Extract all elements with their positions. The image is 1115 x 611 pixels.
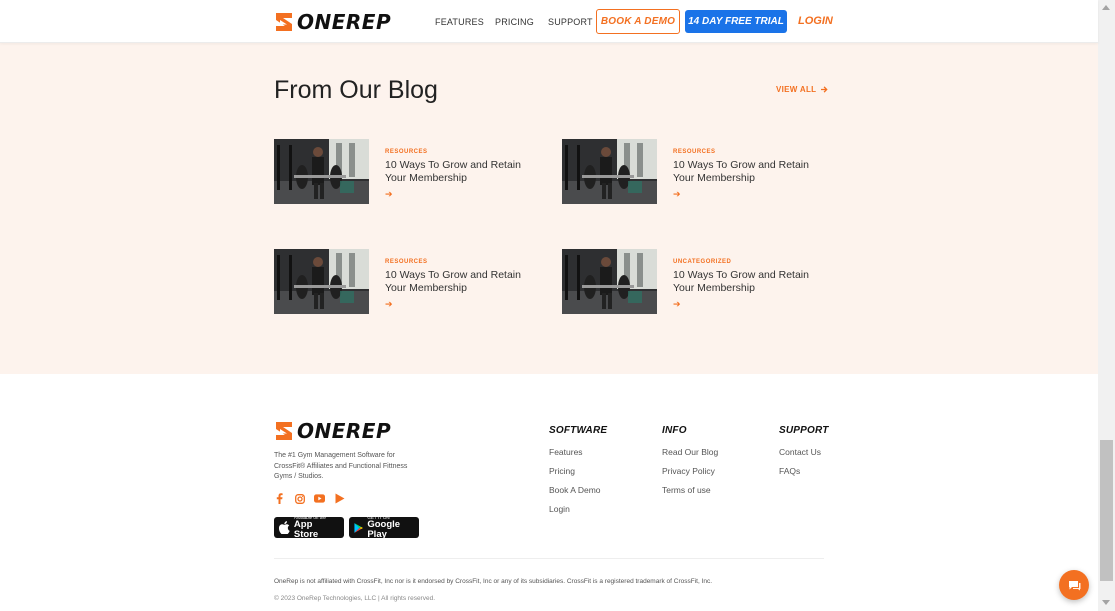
- post-title[interactable]: 10 Ways To Grow and Retain Your Membersh…: [673, 159, 823, 185]
- gym-photo-image: [274, 249, 369, 314]
- blog-post-thumbnail[interactable]: [562, 249, 657, 314]
- blog-post-thumbnail[interactable]: [274, 139, 369, 204]
- google-play-badge[interactable]: GET IT ON Google Play: [349, 515, 419, 540]
- app-store-badge[interactable]: Available on the App Store: [274, 515, 344, 540]
- book-demo-button[interactable]: BOOK A DEMO: [596, 9, 680, 34]
- post-category[interactable]: RESOURCES: [385, 149, 535, 155]
- free-trial-button[interactable]: 14 DAY FREE TRIAL: [685, 10, 787, 33]
- arrow-right-icon[interactable]: ➔: [385, 299, 535, 310]
- nav-pricing[interactable]: PRICING: [495, 17, 534, 27]
- view-all-link[interactable]: VIEW ALL: [776, 85, 828, 94]
- post-title[interactable]: 10 Ways To Grow and Retain Your Membersh…: [385, 159, 535, 185]
- footer-link-book-demo[interactable]: Book A Demo: [549, 485, 601, 495]
- footer-link-features[interactable]: Features: [549, 447, 583, 457]
- blog-post-card[interactable]: RESOURCES 10 Ways To Grow and Retain You…: [562, 139, 822, 205]
- google-play-icon: [354, 522, 364, 533]
- footer-link-terms[interactable]: Terms of use: [662, 485, 711, 495]
- app-store-big-text: App Store: [293, 519, 319, 540]
- footer-link-privacy[interactable]: Privacy Policy: [662, 466, 715, 476]
- play-icon[interactable]: [334, 493, 345, 504]
- post-category[interactable]: RESOURCES: [673, 149, 823, 155]
- footer-link-faqs[interactable]: FAQs: [779, 466, 800, 476]
- gym-photo-image: [562, 249, 657, 314]
- arrow-right-icon[interactable]: ➔: [673, 189, 823, 200]
- blog-title: From Our Blog: [274, 76, 438, 104]
- view-all-label: VIEW ALL: [776, 85, 817, 94]
- post-title[interactable]: 10 Ways To Grow and Retain Your Membersh…: [673, 269, 823, 295]
- onerep-logo-mark-icon: [276, 422, 292, 440]
- blog-post-card[interactable]: UNCATEGORIZED 10 Ways To Grow and Retain…: [562, 249, 822, 315]
- vertical-scrollbar[interactable]: [1098, 0, 1115, 611]
- blog-post-card[interactable]: RESOURCES 10 Ways To Grow and Retain You…: [274, 139, 534, 205]
- footer-link-login[interactable]: Login: [549, 504, 570, 514]
- scrollbar-thumb[interactable]: [1100, 440, 1113, 581]
- logo-wordmark: ONEREP: [297, 10, 392, 34]
- footer-divider: [274, 558, 824, 559]
- post-category[interactable]: UNCATEGORIZED: [673, 259, 823, 265]
- arrow-right-icon: [821, 86, 828, 93]
- footer-heading-software: SOFTWARE: [549, 425, 608, 436]
- arrow-right-icon[interactable]: ➔: [673, 299, 823, 310]
- login-link[interactable]: LOGIN: [798, 15, 833, 27]
- youtube-icon[interactable]: [314, 493, 325, 504]
- blog-section: From Our Blog VIEW ALL RESOURCES 10 Ways…: [0, 43, 1098, 374]
- social-links: [274, 493, 345, 504]
- onerep-logo-mark-icon: [276, 13, 292, 31]
- footer-link-blog[interactable]: Read Our Blog: [662, 447, 718, 457]
- gym-photo-image: [274, 139, 369, 204]
- footer-heading-support: SUPPORT: [779, 425, 829, 436]
- blog-post-thumbnail[interactable]: [274, 249, 369, 314]
- footer-tagline: The #1 Gym Management Software for Cross…: [274, 452, 408, 480]
- site-header: ONEREP FEATURES PRICING SUPPORT BOOK A D…: [0, 0, 1098, 43]
- scroll-down-arrow-icon[interactable]: [1102, 600, 1110, 605]
- post-title[interactable]: 10 Ways To Grow and Retain Your Membersh…: [385, 269, 535, 295]
- gym-photo-image: [562, 139, 657, 204]
- footer-link-pricing[interactable]: Pricing: [549, 466, 575, 476]
- footer-disclaimer: OneRep is not affiliated with CrossFit, …: [274, 578, 713, 585]
- nav-support[interactable]: SUPPORT: [548, 17, 593, 27]
- footer-link-contact[interactable]: Contact Us: [779, 447, 821, 457]
- onerep-logo[interactable]: ONEREP: [274, 10, 391, 34]
- site-footer: ONEREP The #1 Gym Management Software fo…: [0, 374, 1098, 611]
- chat-bubble-icon: [1068, 580, 1080, 590]
- instagram-icon[interactable]: [294, 493, 305, 504]
- facebook-icon[interactable]: [274, 493, 285, 504]
- nav-features[interactable]: FEATURES: [435, 17, 484, 27]
- blog-post-card[interactable]: RESOURCES 10 Ways To Grow and Retain You…: [274, 249, 534, 315]
- scroll-up-arrow-icon[interactable]: [1102, 5, 1110, 10]
- footer-copyright: © 2023 OneRep Technologies, LLC | All ri…: [274, 595, 436, 602]
- footer-onerep-logo[interactable]: ONEREP: [274, 419, 391, 443]
- google-play-big-text: Google Play: [367, 519, 401, 540]
- blog-post-thumbnail[interactable]: [562, 139, 657, 204]
- logo-wordmark: ONEREP: [297, 419, 392, 443]
- post-category[interactable]: RESOURCES: [385, 259, 535, 265]
- arrow-right-icon[interactable]: ➔: [385, 189, 535, 200]
- chat-widget-button[interactable]: [1059, 570, 1089, 600]
- footer-heading-info: INFO: [662, 425, 687, 436]
- apple-icon: [279, 521, 290, 534]
